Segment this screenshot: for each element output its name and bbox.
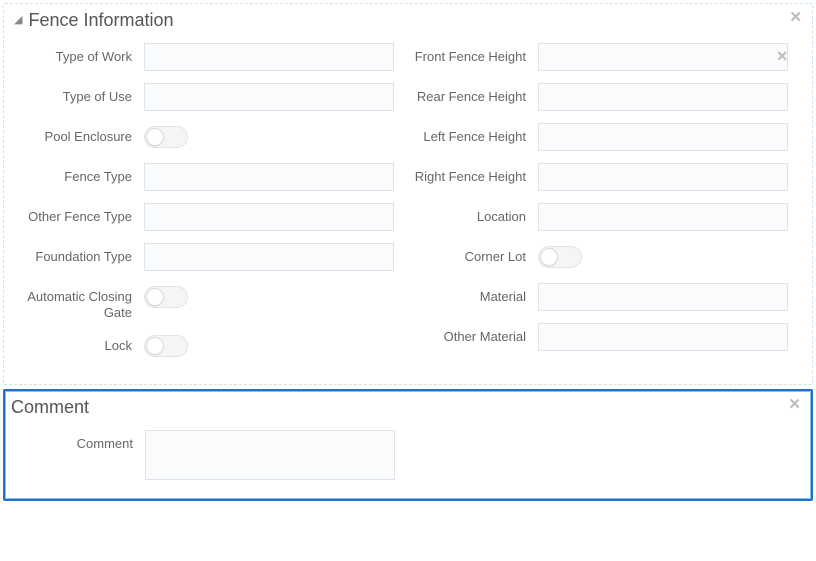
type-of-use-input[interactable] [144,83,394,111]
comment-label: Comment [15,430,145,452]
corner-lot-toggle[interactable] [538,246,582,268]
location-input[interactable] [538,203,788,231]
left-fence-height-input[interactable] [538,123,788,151]
type-of-use-label: Type of Use [14,83,144,105]
corner-lot-label: Corner Lot [408,243,538,265]
right-fence-height-input[interactable] [538,163,788,191]
type-of-work-label: Type of Work [14,43,144,65]
left-fence-height-label: Left Fence Height [408,123,538,145]
front-fence-height-input[interactable] [538,43,788,71]
comment-panel: ✕ Comment Comment [3,389,813,501]
material-label: Material [408,283,538,305]
automatic-closing-gate-toggle[interactable] [144,286,188,308]
other-fence-type-label: Other Fence Type [14,203,144,225]
panel-header[interactable]: Comment [5,391,811,426]
comment-input[interactable] [145,430,395,480]
fence-type-label: Fence Type [14,163,144,185]
material-input[interactable] [538,283,788,311]
close-icon[interactable]: ✕ [788,397,801,412]
automatic-closing-gate-label: Automatic Closing Gate [14,283,144,320]
pool-enclosure-toggle[interactable] [144,126,188,148]
lock-label: Lock [14,332,144,354]
lock-toggle[interactable] [144,335,188,357]
location-label: Location [408,203,538,225]
fence-information-panel: ✕ ◢ Fence Information Type of Work Type … [3,3,813,385]
clear-icon[interactable]: ✕ [776,49,788,63]
rear-fence-height-input[interactable] [538,83,788,111]
fence-left-column: Type of Work Type of Use Pool Enclosure … [14,43,408,372]
other-material-input[interactable] [538,323,788,351]
type-of-work-input[interactable] [144,43,394,71]
fence-type-input[interactable] [144,163,394,191]
collapse-icon[interactable]: ◢ [14,15,22,26]
panel-header[interactable]: ◢ Fence Information [4,4,812,39]
foundation-type-label: Foundation Type [14,243,144,265]
rear-fence-height-label: Rear Fence Height [408,83,538,105]
close-icon[interactable]: ✕ [789,10,802,25]
right-fence-height-label: Right Fence Height [408,163,538,185]
other-fence-type-input[interactable] [144,203,394,231]
fence-right-column: Front Fence Height ✕ Rear Fence Height L… [408,43,802,372]
front-fence-height-label: Front Fence Height [408,43,538,65]
foundation-type-input[interactable] [144,243,394,271]
panel-title: Fence Information [28,10,173,31]
panel-title: Comment [11,397,89,418]
other-material-label: Other Material [408,323,538,345]
pool-enclosure-label: Pool Enclosure [14,123,144,145]
